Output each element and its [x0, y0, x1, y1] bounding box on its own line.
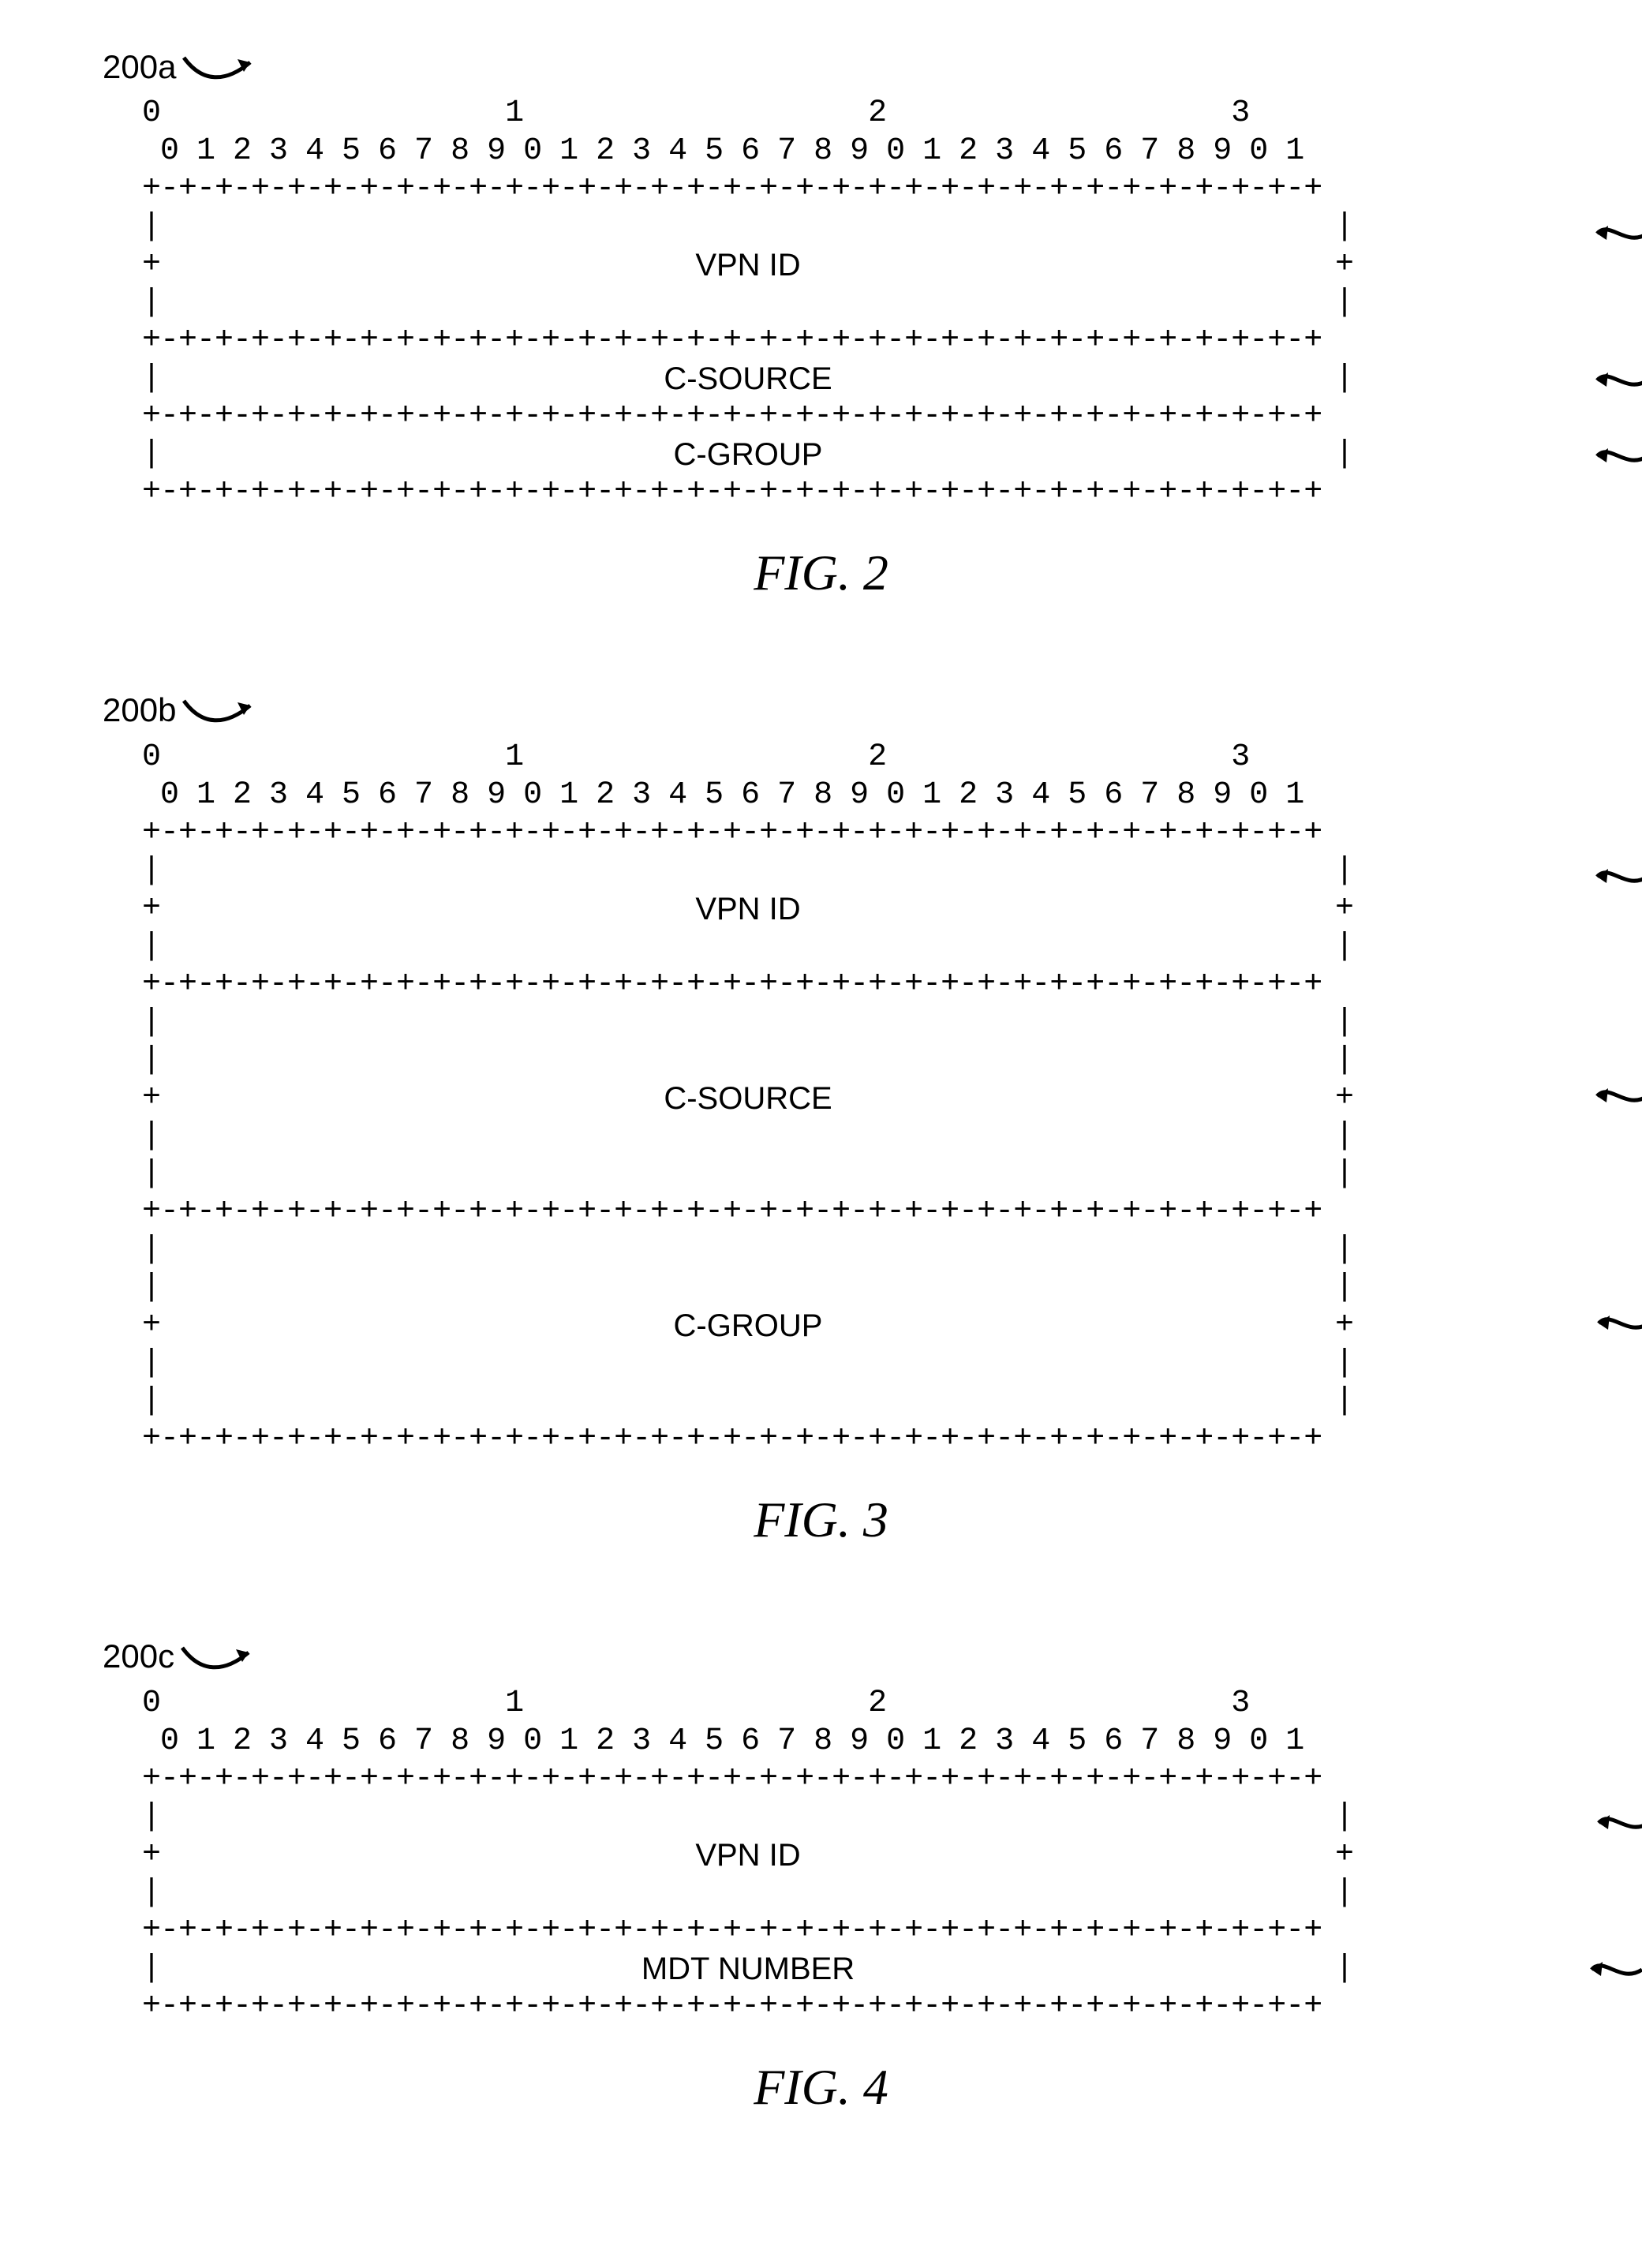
callout-206a: 206a: [1594, 436, 1642, 475]
separator: +-+-+-+-+-+-+-+-+-+-+-+-+-+-+-+-+-+-+-+-…: [142, 473, 1547, 511]
leader-arrow-icon: [182, 694, 253, 726]
field-c-group-label: C-GROUP: [674, 1307, 823, 1345]
separator: +-+-+-+-+-+-+-+-+-+-+-+-+-+-+-+-+-+-+-+-…: [142, 322, 1547, 360]
field-c-group: || || +C-GROUP+ || || 206c: [142, 1231, 1547, 1420]
callout-202c: 202c: [1595, 1803, 1642, 1843]
field-c-source: |C-SOURCE| 204a: [142, 360, 1547, 398]
separator: +-+-+-+-+-+-+-+-+-+-+-+-+-+-+-+-+-+-+-+-…: [142, 398, 1547, 436]
figure-2-caption: FIG. 2: [95, 543, 1547, 604]
separator: +-+-+-+-+-+-+-+-+-+-+-+-+-+-+-+-+-+-+-+-…: [142, 1912, 1547, 1950]
separator: +-+-+-+-+-+-+-+-+-+-+-+-+-+-+-+-+-+-+-+-…: [142, 966, 1547, 1004]
figure-2-ref-row: 200a: [103, 47, 1547, 87]
figure-3: 200b 0 1 2 3 0 1 2 3 4 5 6 7 8 9 0 1 2 3…: [95, 691, 1547, 1550]
separator: +-+-+-+-+-+-+-+-+-+-+-+-+-+-+-+-+-+-+-+-…: [142, 814, 1547, 852]
separator: +-+-+-+-+-+-+-+-+-+-+-+-+-+-+-+-+-+-+-+-…: [142, 1420, 1547, 1458]
figure-2-ref: 200a: [103, 47, 176, 87]
figure-3-ref: 200b: [103, 691, 176, 730]
bit-ruler-tens: 0 1 2 3: [142, 1685, 1547, 1723]
field-c-source: || || +C-SOURCE+ || || 204b: [142, 1004, 1547, 1193]
field-vpn-id: || +VPN ID+ || 202a: [142, 208, 1547, 322]
field-vpn-id-label: VPN ID: [695, 890, 800, 928]
figure-4: 200c 0 1 2 3 0 1 2 3 4 5 6 7 8 9 0 1 2 3…: [95, 1637, 1547, 2117]
callout-206c: 206c: [1595, 1304, 1642, 1343]
bit-ruler-tens: 0 1 2 3: [142, 739, 1547, 777]
bit-ruler-units: 0 1 2 3 4 5 6 7 8 9 0 1 2 3 4 5 6 7 8 9 …: [142, 1723, 1547, 1761]
separator: +-+-+-+-+-+-+-+-+-+-+-+-+-+-+-+-+-+-+-+-…: [142, 170, 1547, 208]
field-vpn-id: || +VPN ID+ || 202b: [142, 852, 1547, 966]
bit-ruler-units: 0 1 2 3 4 5 6 7 8 9 0 1 2 3 4 5 6 7 8 9 …: [142, 777, 1547, 814]
separator: +-+-+-+-+-+-+-+-+-+-+-+-+-+-+-+-+-+-+-+-…: [142, 1988, 1547, 2026]
callout-202b: 202b: [1594, 857, 1642, 896]
field-vpn-id: || +VPN ID+ || 202c: [142, 1798, 1547, 1912]
field-mdt-number: |MDT NUMBER| 208: [142, 1950, 1547, 1988]
callout-202a: 202a: [1594, 213, 1642, 253]
callout-208: 208: [1588, 1950, 1642, 1989]
figure-2: 200a 0 1 2 3 0 1 2 3 4 5 6 7 8 9 0 1 2 3…: [95, 47, 1547, 604]
field-vpn-id-label: VPN ID: [695, 246, 800, 284]
leader-arrow-icon: [181, 1641, 252, 1673]
figure-3-diagram: 0 1 2 3 0 1 2 3 4 5 6 7 8 9 0 1 2 3 4 5 …: [95, 739, 1547, 1458]
field-c-source-label: C-SOURCE: [664, 360, 832, 398]
figure-4-ref-row: 200c: [103, 1637, 1547, 1676]
callout-204b: 204b: [1594, 1076, 1642, 1116]
field-c-group-label: C-GROUP: [674, 436, 823, 473]
separator: +-+-+-+-+-+-+-+-+-+-+-+-+-+-+-+-+-+-+-+-…: [142, 1761, 1547, 1798]
field-c-group: |C-GROUP| 206a: [142, 436, 1547, 473]
bit-ruler-tens: 0 1 2 3: [142, 95, 1547, 133]
bit-ruler-units: 0 1 2 3 4 5 6 7 8 9 0 1 2 3 4 5 6 7 8 9 …: [142, 133, 1547, 170]
field-c-source-label: C-SOURCE: [664, 1080, 832, 1117]
field-vpn-id-label: VPN ID: [695, 1836, 800, 1874]
figure-2-diagram: 0 1 2 3 0 1 2 3 4 5 6 7 8 9 0 1 2 3 4 5 …: [95, 95, 1547, 511]
callout-204a: 204a: [1594, 360, 1642, 399]
figure-4-diagram: 0 1 2 3 0 1 2 3 4 5 6 7 8 9 0 1 2 3 4 5 …: [95, 1685, 1547, 2026]
figure-4-ref: 200c: [103, 1637, 174, 1676]
leader-arrow-icon: [182, 51, 253, 83]
figure-3-ref-row: 200b: [103, 691, 1547, 730]
figure-3-caption: FIG. 3: [95, 1490, 1547, 1551]
field-mdt-number-label: MDT NUMBER: [641, 1950, 855, 1988]
figure-4-caption: FIG. 4: [95, 2057, 1547, 2118]
separator: +-+-+-+-+-+-+-+-+-+-+-+-+-+-+-+-+-+-+-+-…: [142, 1193, 1547, 1231]
